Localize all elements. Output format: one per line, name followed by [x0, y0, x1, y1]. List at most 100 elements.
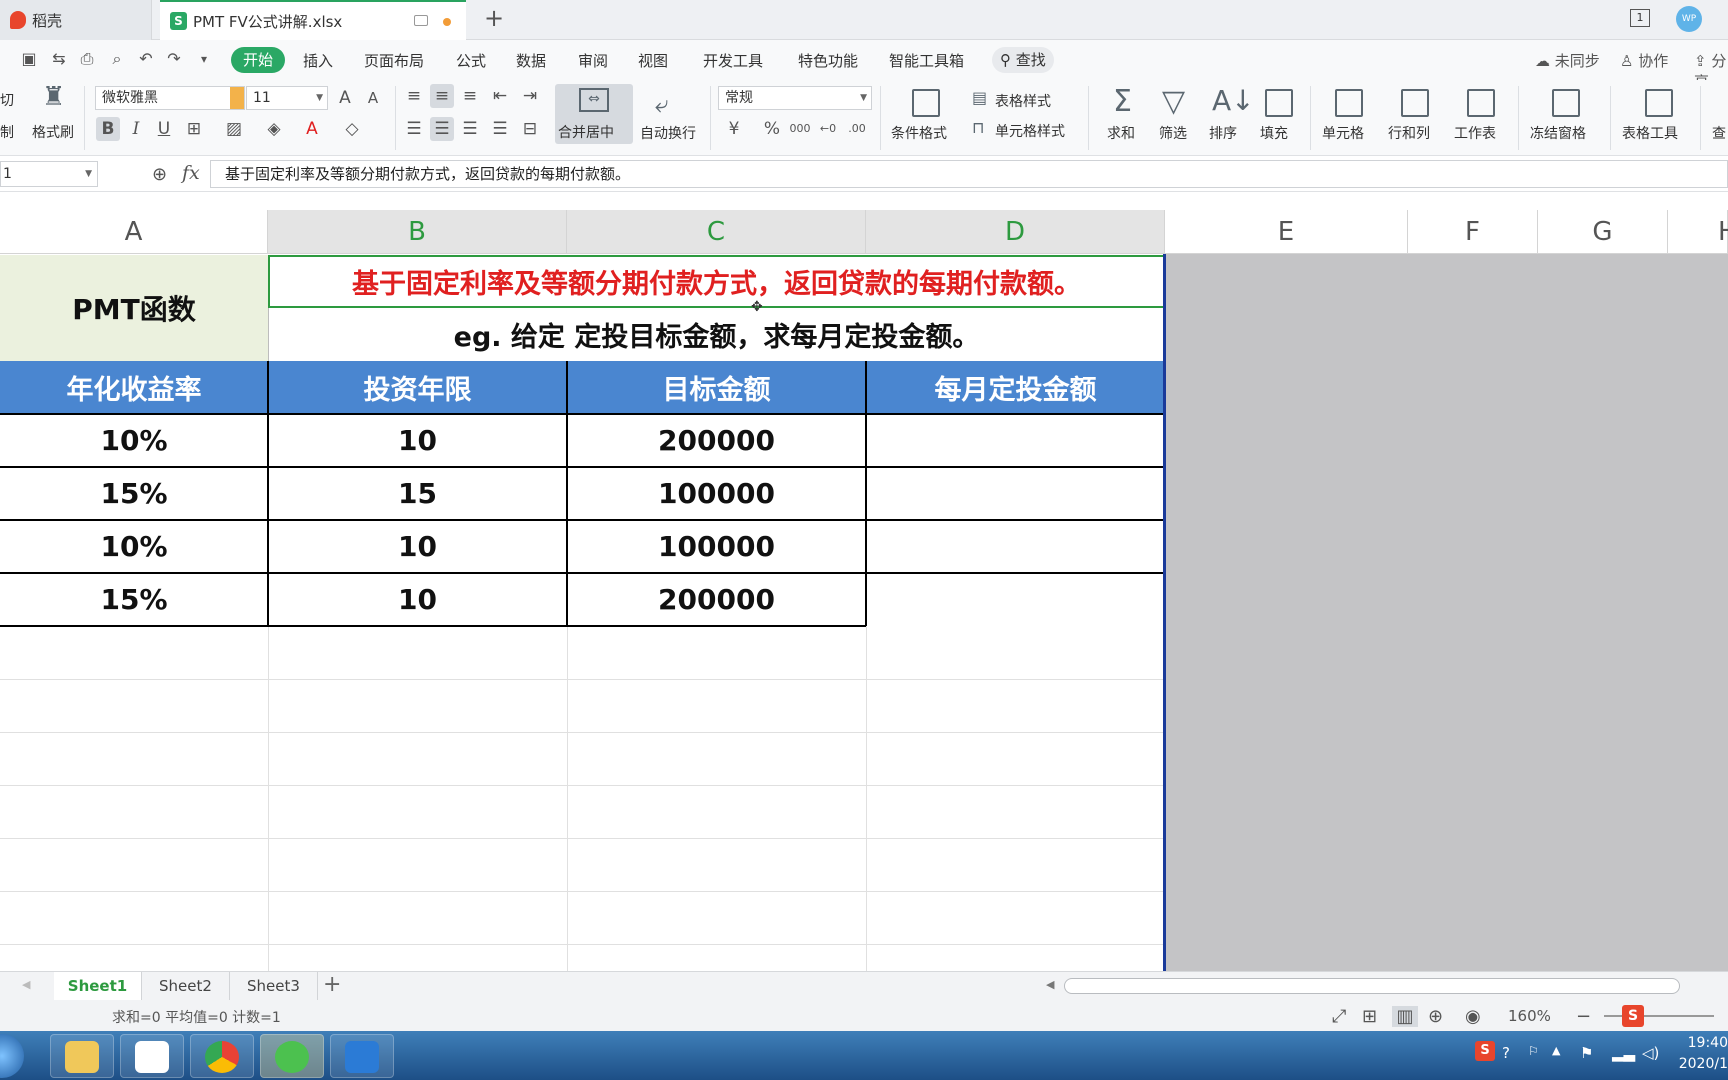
formula-input[interactable]: 基于固定利率及等额分期付款方式，返回贷款的每期付款额。 [210, 160, 1728, 188]
wrap-text-icon[interactable]: ⤶ [655, 90, 668, 118]
table-cell[interactable]: 10 [268, 573, 567, 626]
row-col-icon[interactable] [1401, 89, 1429, 117]
zoom-out-icon[interactable]: − [1576, 1006, 1591, 1027]
table-style-button[interactable]: 表格样式 [995, 91, 1051, 111]
page-layout-view-icon[interactable]: ▥ [1392, 1006, 1418, 1027]
tray-expand-icon[interactable]: ▲ [1552, 1044, 1560, 1057]
collab-button[interactable]: ♙ 协作 [1620, 50, 1668, 71]
font-color-icon[interactable]: A [300, 117, 324, 141]
fill-color-icon[interactable]: ◈ [262, 117, 286, 141]
table-cell[interactable] [866, 520, 1165, 573]
menu-features[interactable]: 特色功能 [798, 50, 858, 71]
cell-style-button[interactable]: 单元格样式 [995, 121, 1065, 141]
table-cell[interactable] [866, 467, 1165, 520]
filter-button[interactable]: 筛选 [1159, 123, 1187, 143]
decrease-decimal-icon[interactable]: .00 [845, 117, 869, 141]
sheet-tab-3[interactable]: Sheet3 [230, 972, 318, 1000]
pmt-title-cell[interactable]: PMT函数 [0, 255, 268, 361]
cell-fill-pattern-icon[interactable]: ▨ [222, 117, 246, 141]
align-center-icon[interactable]: ☰ [430, 117, 454, 141]
sogou-tray-icon[interactable]: S [1475, 1041, 1495, 1061]
print-icon[interactable]: ⎙ [78, 50, 96, 68]
align-right-icon[interactable]: ☰ [458, 117, 482, 141]
column-header-e[interactable]: E [1165, 210, 1408, 254]
new-tab-button[interactable]: + [484, 4, 504, 32]
table-cell[interactable]: 100000 [567, 467, 866, 520]
taskbar-explorer[interactable] [50, 1034, 114, 1078]
sort-icon[interactable]: A↓ [1212, 84, 1255, 117]
table-cell[interactable]: 10% [0, 520, 268, 573]
zoom-slider[interactable] [1604, 1015, 1714, 1017]
window-count-icon[interactable]: 1 [1630, 9, 1650, 27]
menu-home[interactable]: 开始 [231, 47, 285, 73]
row-col-button[interactable]: 行和列 [1388, 123, 1430, 143]
sum-button[interactable]: 求和 [1107, 123, 1135, 143]
fullscreen-icon[interactable]: ⤢ [1332, 1006, 1346, 1027]
save-icon[interactable]: ▣ [20, 50, 38, 68]
font-grow-icon[interactable]: A [333, 86, 357, 110]
cell-style-icon[interactable]: ⊓ [972, 118, 984, 137]
zoom-level[interactable]: 160% [1508, 1007, 1551, 1025]
column-header-b[interactable]: B [268, 210, 567, 254]
table-cell[interactable] [866, 573, 1165, 626]
system-clock[interactable]: 19:40 2020/1 [1668, 1033, 1728, 1075]
justify-icon[interactable]: ☰ [488, 117, 512, 141]
notification-icon[interactable]: ⚐ [1528, 1044, 1539, 1058]
column-header-g[interactable]: G [1538, 210, 1668, 254]
clear-format-icon[interactable]: ◇ [340, 117, 364, 141]
menu-insert[interactable]: 插入 [303, 50, 333, 71]
sheet-tab-2[interactable]: Sheet2 [142, 972, 230, 1000]
currency-icon[interactable]: ¥ [722, 117, 746, 141]
font-size-select[interactable]: 11 ▼ [246, 86, 328, 110]
sort-button[interactable]: 排序 [1209, 123, 1237, 143]
table-cell[interactable]: 15 [268, 467, 567, 520]
format-painter-icon[interactable]: ♜ [42, 82, 65, 112]
font-name-dropdown-icon[interactable] [230, 87, 244, 109]
menu-data[interactable]: 数据 [516, 50, 546, 71]
freeze-panes-button[interactable]: 冻结窗格 [1530, 123, 1586, 143]
eye-protect-icon[interactable]: ◉ [1465, 1006, 1481, 1027]
conditional-format-button[interactable]: 条件格式 [891, 123, 947, 143]
column-header-f[interactable]: F [1408, 210, 1538, 254]
font-shrink-icon[interactable]: A [361, 86, 385, 110]
indent-increase-icon[interactable]: ⇥ [518, 84, 542, 108]
menu-developer[interactable]: 开发工具 [703, 50, 763, 71]
column-header-c[interactable]: C [567, 210, 866, 254]
indent-decrease-icon[interactable]: ⇤ [488, 84, 512, 108]
taskbar-chrome[interactable] [190, 1034, 254, 1078]
column-header-a[interactable]: A [0, 210, 268, 254]
avatar[interactable]: WP [1676, 6, 1702, 32]
fill-icon[interactable] [1265, 89, 1293, 117]
volume-icon[interactable]: ◁) [1642, 1044, 1659, 1062]
header-target-amount[interactable]: 目标金额 [567, 361, 866, 414]
increase-decimal-icon[interactable]: ←0 [816, 117, 840, 141]
format-painter-button[interactable]: 格式刷 [32, 122, 74, 142]
table-tools-button[interactable]: 表格工具 [1622, 123, 1678, 143]
menu-formula[interactable]: 公式 [456, 50, 486, 71]
border-icon[interactable]: ⊞ [182, 117, 206, 141]
menu-page-layout[interactable]: 页面布局 [364, 50, 424, 71]
menu-review[interactable]: 审阅 [578, 50, 608, 71]
fx-button[interactable]: fx [182, 162, 200, 184]
table-tools-icon[interactable] [1645, 89, 1673, 117]
monitor-icon[interactable] [414, 15, 428, 26]
table-cell[interactable]: 200000 [567, 573, 866, 626]
page-break-view-icon[interactable]: ⊕ [1428, 1006, 1443, 1027]
find-button[interactable]: 查 [1712, 123, 1726, 143]
column-header-d[interactable]: D [866, 210, 1165, 254]
table-cell[interactable]: 15% [0, 467, 268, 520]
distributed-icon[interactable]: ⊟ [518, 117, 542, 141]
thousands-button[interactable]: 000 [788, 117, 812, 141]
italic-button[interactable]: I [124, 117, 148, 141]
font-name-select[interactable]: 微软雅黑 [95, 86, 245, 110]
align-bottom-icon[interactable]: ≡ [458, 84, 482, 108]
scroll-left-icon[interactable]: ◀ [1046, 978, 1054, 991]
action-center-icon[interactable]: ⚑ [1580, 1044, 1593, 1062]
cut-button[interactable]: 剪切 [0, 90, 14, 110]
tab-file[interactable]: S PMT FV公式讲解.xlsx [160, 0, 466, 40]
worksheet-icon[interactable] [1467, 89, 1495, 117]
header-annual-rate[interactable]: 年化收益率 [0, 361, 268, 414]
conditional-format-icon[interactable] [912, 89, 940, 117]
sogou-ime-icon[interactable]: S [1622, 1005, 1644, 1027]
wrap-text-button[interactable]: 自动换行 [640, 123, 696, 143]
